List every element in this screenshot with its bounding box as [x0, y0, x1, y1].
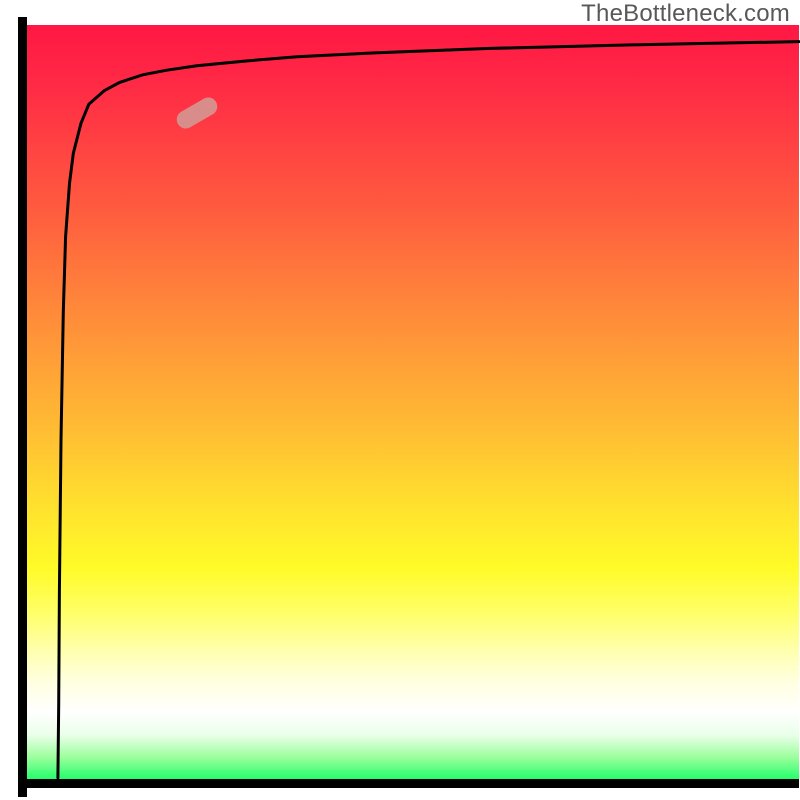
chart-canvas: TheBottleneck.com: [0, 0, 800, 800]
x-axis: [18, 779, 799, 788]
watermark-text: TheBottleneck.com: [581, 0, 790, 28]
plot-gradient-background: [27, 25, 799, 780]
y-axis: [18, 17, 27, 797]
